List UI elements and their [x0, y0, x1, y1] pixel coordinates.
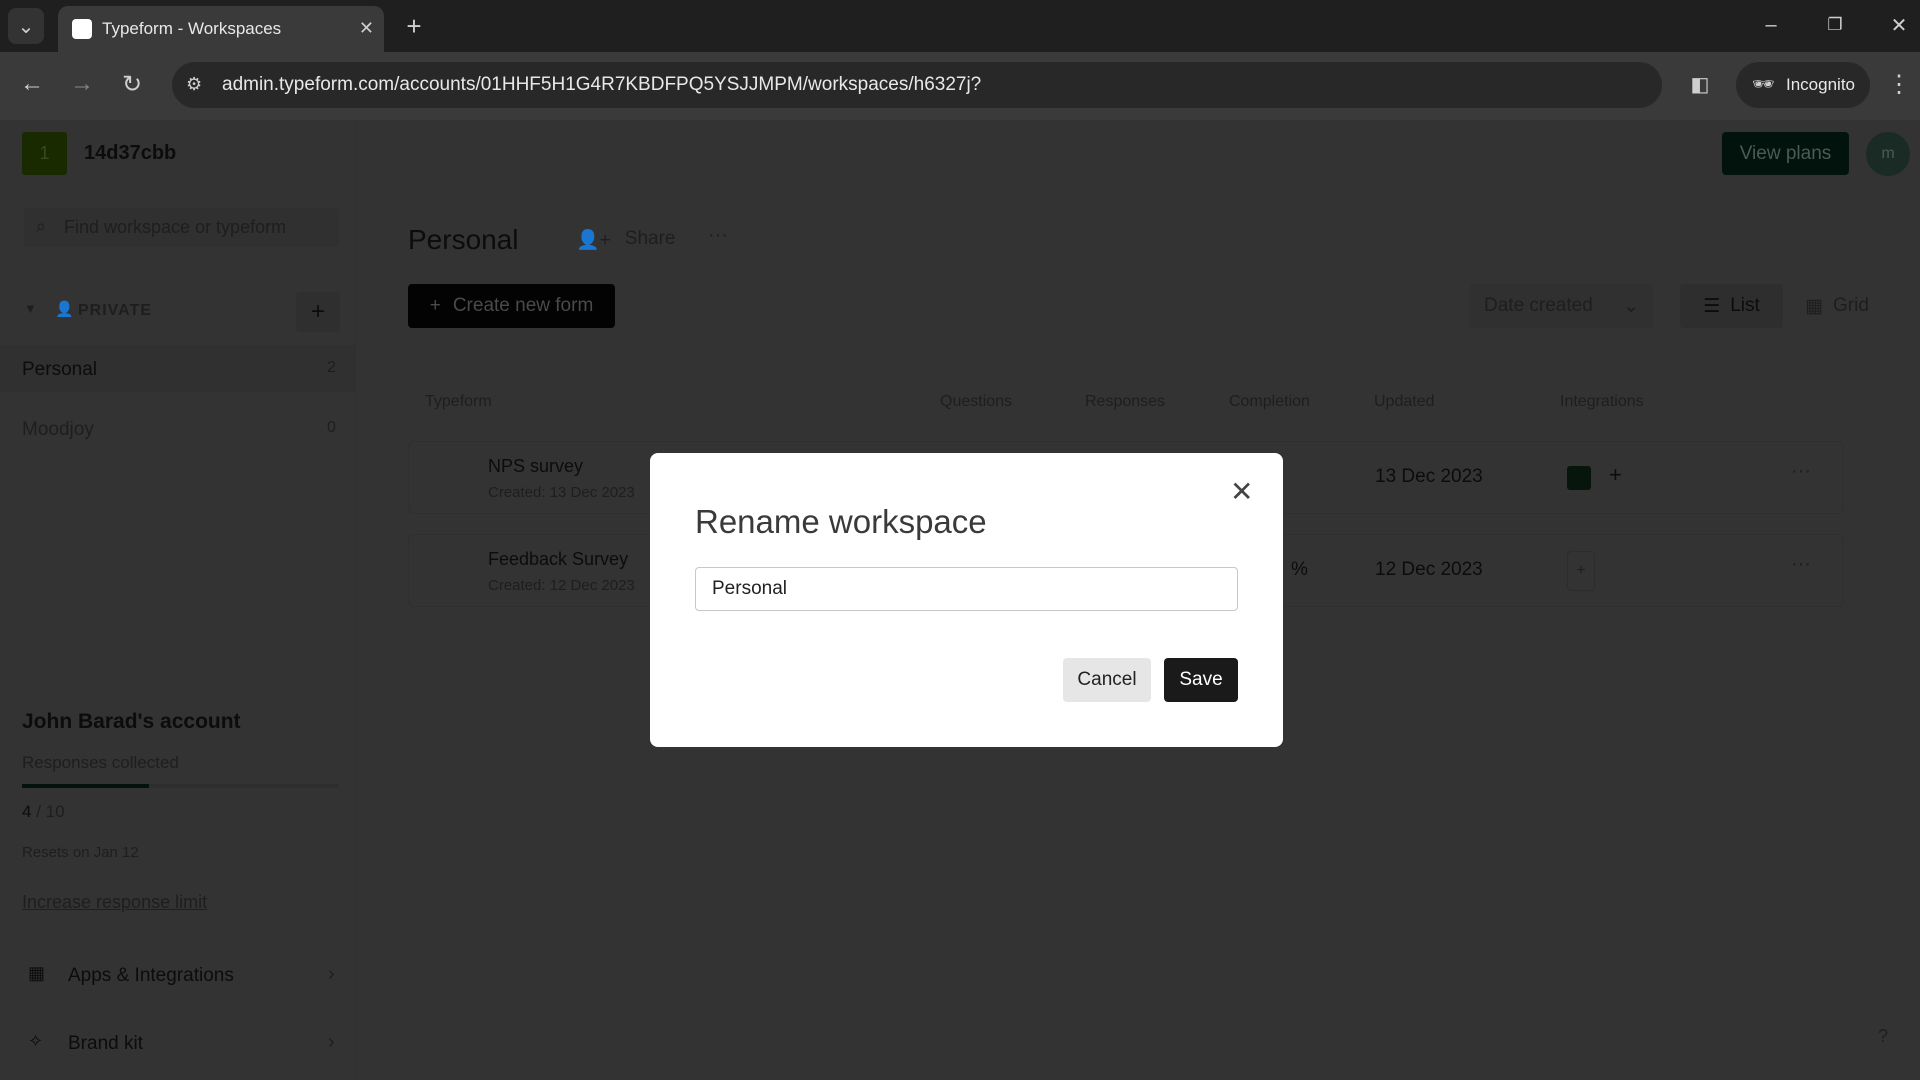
typeform-favicon-icon [72, 19, 92, 39]
rename-workspace-dialog: Rename workspace ✕ Personal Cancel Save [650, 453, 1283, 747]
account-title: John Barad's account [22, 710, 241, 733]
apps-label: Apps & Integrations [68, 965, 234, 986]
row-more-icon[interactable]: ··· [1791, 553, 1811, 576]
list-icon: ☰ [1703, 295, 1721, 317]
list-view-toggle[interactable]: ☰ List [1680, 284, 1783, 328]
column-header: Typeform [425, 393, 492, 410]
resets-text: Resets on Jan 12 [22, 844, 139, 861]
share-button[interactable]: 👤+ Share [576, 228, 675, 252]
responses-limit: / 10 [36, 802, 65, 821]
private-section-label: PRIVATE [78, 302, 152, 319]
share-label: Share [624, 228, 676, 249]
close-window-icon[interactable]: ✕ [1884, 10, 1914, 40]
tab-search-button[interactable]: ⌄ [8, 8, 44, 44]
column-header[interactable]: Responses [1085, 393, 1165, 411]
column-header: Integrations [1560, 393, 1644, 410]
incognito-icon: 🕶 [1752, 74, 1775, 94]
side-panel-icon[interactable]: ◧ [1682, 66, 1718, 102]
dialog-title: Rename workspace [695, 503, 987, 540]
increase-limit-link[interactable]: Increase response limit [22, 892, 207, 913]
minimize-icon[interactable]: – [1756, 10, 1786, 40]
forward-icon[interactable]: → [64, 66, 100, 102]
more-options-icon[interactable]: ··· [708, 224, 728, 247]
sort-dropdown[interactable]: Date created ⌄ [1470, 284, 1653, 328]
form-completion: % [1291, 559, 1308, 580]
workspace-count: 2 [327, 359, 336, 376]
plus-icon: + [429, 295, 441, 316]
help-button[interactable]: ? [1878, 1026, 1888, 1047]
close-icon[interactable]: ✕ [1230, 475, 1253, 508]
sidebar-divider [355, 120, 356, 1080]
search-icon: ⌕ [36, 216, 47, 236]
collapse-arrow-icon[interactable]: ▼ [24, 301, 37, 316]
incognito-label: Incognito [1786, 75, 1855, 94]
search-input[interactable]: ⌕ Find workspace or typeform [24, 208, 339, 247]
close-tab-icon[interactable]: ✕ [359, 18, 374, 39]
save-button[interactable]: Save [1164, 658, 1238, 702]
add-integration-icon[interactable]: + [1609, 462, 1622, 488]
form-name[interactable]: Feedback Survey [488, 549, 628, 570]
cancel-button[interactable]: Cancel [1063, 658, 1151, 702]
back-icon[interactable]: ← [14, 66, 50, 102]
brand-kit-icon: ✧ [28, 1031, 44, 1051]
column-header[interactable]: Updated [1374, 393, 1435, 411]
responses-used: 4 [22, 802, 32, 821]
excel-integration-icon[interactable] [1567, 466, 1591, 490]
new-tab-button[interactable]: + [398, 10, 430, 42]
brand-kit-item[interactable]: ✧ Brand kit › [0, 1023, 355, 1063]
create-new-form-button[interactable]: + Create new form [408, 284, 615, 328]
create-label: Create new form [452, 295, 594, 316]
address-bar[interactable]: ⚙ admin.typeform.com/accounts/01HHF5H1G4… [172, 62, 1662, 108]
row-more-icon[interactable]: ··· [1791, 460, 1811, 483]
add-workspace-button[interactable]: + [296, 292, 340, 332]
responses-count: 4 / 10 [22, 802, 65, 822]
add-person-icon: 👤+ [576, 230, 611, 251]
person-icon: 👤 [55, 301, 74, 318]
workspace-name: Moodjoy [22, 419, 94, 440]
column-header[interactable]: Questions [940, 393, 1012, 411]
add-integration-icon[interactable]: + [1567, 551, 1595, 591]
apps-integrations-item[interactable]: ▦ Apps & Integrations › [0, 955, 355, 995]
responses-progress-fill [22, 784, 149, 788]
chevron-down-icon: ⌄ [1623, 295, 1639, 317]
form-updated: 13 Dec 2023 [1375, 466, 1483, 487]
grid-icon: ▦ [1805, 295, 1824, 317]
url-text: admin.typeform.com/accounts/01HHF5H1G4R7… [222, 74, 982, 95]
workspace-name: Personal [22, 359, 97, 380]
form-created: Created: 13 Dec 2023 [488, 484, 635, 501]
org-logo[interactable]: 1 [22, 132, 67, 175]
column-header[interactable]: Completion [1229, 393, 1310, 411]
form-name[interactable]: NPS survey [488, 456, 583, 477]
brand-label: Brand kit [68, 1033, 143, 1054]
tab-title: Typeform - Workspaces [102, 19, 282, 38]
page-title[interactable]: Personal [408, 224, 519, 256]
org-name[interactable]: 14d37cbb [84, 142, 176, 165]
reload-icon[interactable]: ↻ [114, 66, 150, 102]
view-plans-button[interactable]: View plans [1722, 132, 1849, 175]
browser-tab-bar: ⌄ Typeform - Workspaces ✕ + – ❐ ✕ [0, 0, 1920, 52]
responses-progress [22, 784, 339, 788]
apps-grid-icon: ▦ [28, 963, 46, 983]
workspace-name-input[interactable]: Personal [695, 567, 1238, 611]
grid-label: Grid [1833, 295, 1869, 316]
form-created: Created: 12 Dec 2023 [488, 577, 635, 594]
menu-icon[interactable]: ⋮ [1884, 66, 1914, 102]
restore-icon[interactable]: ❐ [1820, 10, 1850, 40]
list-label: List [1730, 295, 1760, 316]
form-updated: 12 Dec 2023 [1375, 559, 1483, 580]
sidebar-item-moodjoy[interactable]: Moodjoy 0 [0, 405, 355, 452]
incognito-badge[interactable]: 🕶 Incognito [1736, 62, 1870, 108]
grid-view-toggle[interactable]: ▦ Grid [1788, 284, 1886, 328]
sort-label: Date created [1484, 295, 1593, 316]
chevron-right-icon: › [328, 963, 335, 985]
avatar[interactable]: m [1866, 132, 1910, 176]
site-info-icon[interactable]: ⚙ [186, 74, 202, 95]
chevron-right-icon: › [328, 1031, 335, 1053]
workspace-count: 0 [327, 419, 336, 436]
browser-tab[interactable]: Typeform - Workspaces ✕ [58, 6, 384, 52]
responses-label: Responses collected [22, 753, 179, 772]
sidebar-item-personal[interactable]: Personal 2 [0, 345, 355, 392]
search-placeholder: Find workspace or typeform [64, 217, 287, 237]
